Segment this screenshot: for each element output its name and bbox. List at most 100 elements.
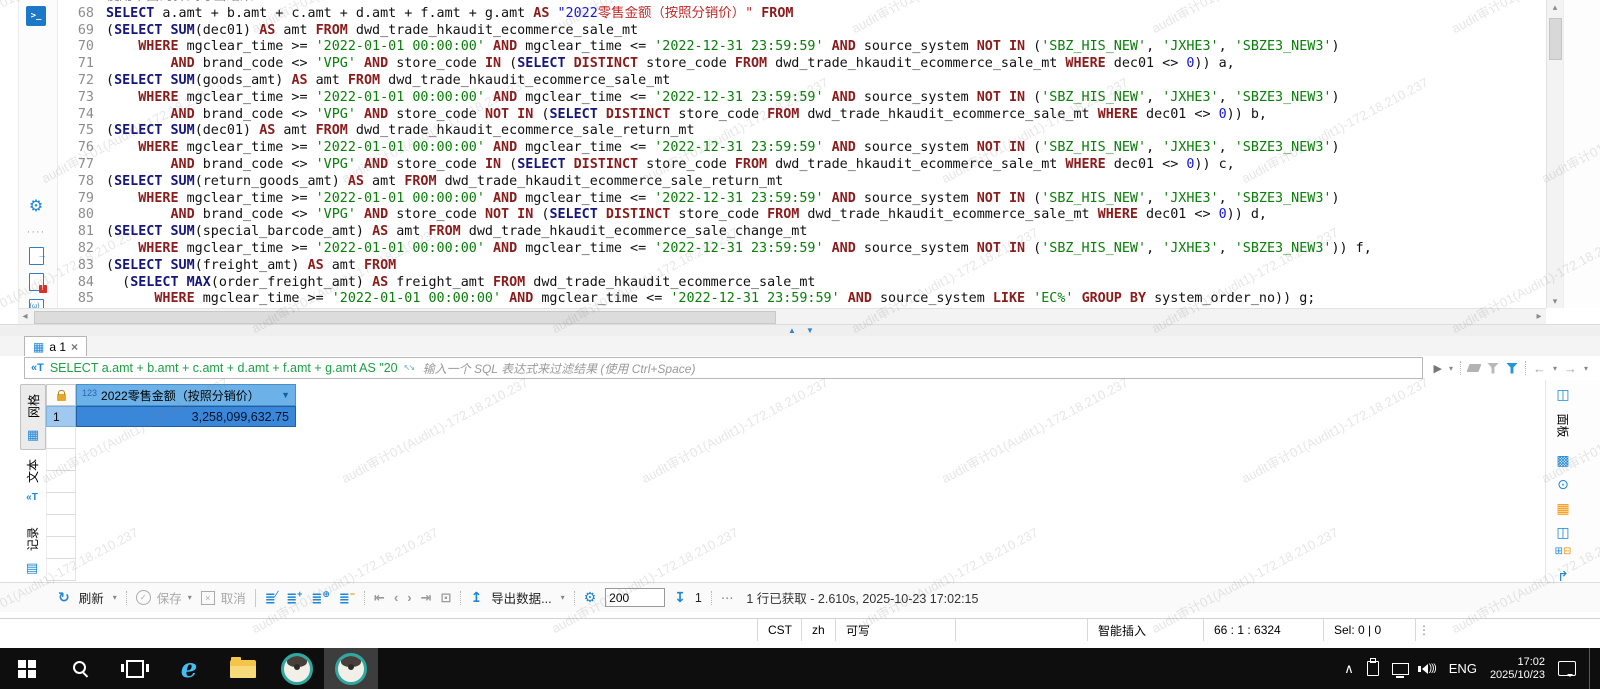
view-tab-grid[interactable]: 网格 ▦ (20, 384, 46, 450)
editor-left-toolbar: >_ ⚙ ···· (18, 0, 58, 308)
save-check-icon: ✓ (136, 590, 151, 605)
custom-filter-icon[interactable] (1487, 363, 1499, 374)
gear-icon[interactable]: ⚙ (26, 196, 46, 216)
panels-icon[interactable]: ◫ (1552, 386, 1574, 403)
first-row-icon[interactable]: ⇤ (374, 590, 385, 606)
results-tab[interactable]: ▦ a 1 × (24, 336, 87, 356)
usb-device-icon[interactable] (1367, 661, 1379, 676)
next-row-icon[interactable]: › (407, 590, 411, 605)
add-row-icon[interactable]: ≣+ (286, 589, 302, 606)
last-row-icon[interactable]: ⇥ (421, 590, 432, 606)
scroll-up-icon[interactable]: ▴ (1547, 0, 1563, 14)
volume-icon[interactable]: ))) (1422, 663, 1436, 674)
focus-cell-icon[interactable]: ⊡ (441, 590, 452, 606)
duplicate-row-icon[interactable]: ≣⊕ (311, 589, 329, 606)
empty-row-header[interactable] (46, 537, 76, 559)
empty-row-header[interactable] (46, 471, 76, 493)
sql-editor[interactable]: >_ ⚙ ···· 67使用下面的算式导出结果68SELECT a.amt + … (0, 0, 1600, 324)
filter-input[interactable]: «T SELECT a.amt + b.amt + c.amt + d.amt … (24, 357, 1423, 379)
execute-script-icon[interactable] (26, 246, 46, 266)
settings-gear-icon[interactable]: ⚙ (584, 589, 597, 606)
refresh-caret-icon[interactable]: ▾ (113, 593, 117, 602)
taskbar-clock[interactable]: 17:02 2025/10/23 (1490, 656, 1545, 682)
empty-row-header[interactable] (46, 427, 76, 449)
clear-filter-icon[interactable] (1467, 364, 1482, 372)
notification-center-icon[interactable] (1558, 661, 1576, 676)
statusbar-menu-icon[interactable]: ⋮ (1415, 619, 1432, 641)
status-segment[interactable]: 智能插入 (1087, 619, 1203, 641)
filter-history-caret-icon[interactable]: ▾ (1449, 364, 1453, 373)
grid-cell-selected[interactable]: 3,258,099,632.75 (76, 406, 296, 427)
start-button[interactable] (0, 648, 54, 689)
taskbar-search-button[interactable] (54, 648, 108, 689)
layout-panel-icon[interactable]: ◫ (1552, 524, 1574, 541)
task-view-button[interactable] (108, 648, 162, 689)
fetch-size-input[interactable] (605, 588, 665, 607)
delete-row-icon[interactable]: ≣− (339, 589, 355, 606)
more-dots-icon[interactable]: ···· (26, 222, 46, 242)
value-viewer-icon[interactable]: ▩ (1552, 452, 1574, 469)
network-icon[interactable] (1392, 663, 1409, 675)
dbeaver-icon (281, 653, 313, 685)
refresh-icon[interactable]: ↻ (58, 589, 70, 606)
export-data-button[interactable]: 导出数据... (491, 588, 551, 607)
empty-row-header[interactable] (46, 559, 76, 581)
show-desktop-button[interactable] (1589, 648, 1594, 689)
nav-back-caret-icon[interactable]: ▾ (1553, 364, 1557, 373)
collapse-down-icon[interactable]: ▼ (806, 327, 814, 335)
clock-time: 17:02 (1517, 656, 1545, 669)
nav-forward-caret-icon[interactable]: ▾ (1584, 364, 1588, 373)
scroll-left-icon[interactable]: ◂ (18, 309, 32, 324)
sql-console-icon[interactable]: >_ (26, 6, 46, 26)
status-segment[interactable]: Sel: 0 | 0 (1323, 619, 1415, 641)
apply-filter-icon[interactable]: ▶ (1433, 362, 1441, 375)
empty-row-header[interactable] (46, 493, 76, 515)
cancel-button[interactable]: × 取消 (201, 588, 246, 607)
previous-row-icon[interactable]: ‹ (394, 590, 398, 605)
grid-corner-cell[interactable] (46, 384, 76, 406)
calc-panel-icon[interactable]: ⊙ (1552, 476, 1574, 493)
expand-filter-icon[interactable]: ↖↘ (404, 364, 417, 372)
editor-horizontal-scrollbar[interactable]: ◂ ▸ (18, 308, 1546, 324)
filters-menu-icon[interactable] (1506, 363, 1518, 374)
status-segment[interactable]: 66 : 1 : 6324 (1203, 619, 1323, 641)
status-segment[interactable]: CST (757, 619, 801, 641)
fetch-segment-icon[interactable]: ↧ (674, 589, 686, 606)
empty-row-header[interactable] (46, 515, 76, 537)
script-error-icon[interactable] (26, 272, 46, 292)
internet-explorer-button[interactable]: e (162, 648, 216, 689)
scrollbar-thumb[interactable] (34, 311, 776, 324)
collapse-up-icon[interactable]: ▲ (788, 327, 796, 335)
scroll-right-icon[interactable]: ▸ (1532, 309, 1546, 324)
nav-forward-icon[interactable]: → (1564, 361, 1577, 376)
grouping-panel-icon[interactable]: ⊞⊟ (1552, 546, 1574, 557)
row-header[interactable]: 1 (46, 406, 76, 427)
column-header[interactable]: 123 2022零售金额（按照分销价） ▼ (76, 384, 296, 406)
results-tabbar: ▦ a 1 × (0, 336, 1600, 357)
edit-cell-icon[interactable]: ≣∕ (265, 589, 277, 606)
close-tab-icon[interactable]: × (71, 340, 78, 354)
toolbar-overflow-icon[interactable]: ⋯ (721, 590, 734, 605)
file-explorer-button[interactable] (216, 648, 270, 689)
dbeaver-button-active[interactable] (324, 648, 378, 689)
dbeaver-button[interactable] (270, 648, 324, 689)
status-segment[interactable]: 可写 (835, 619, 955, 641)
aggregate-panel-icon[interactable]: ▦ (1552, 500, 1574, 517)
refresh-button[interactable]: 刷新 (79, 588, 104, 607)
editor-lines[interactable]: 67使用下面的算式导出结果68SELECT a.amt + b.amt + c.… (56, 0, 1540, 308)
export-icon[interactable]: ↥ (470, 589, 482, 606)
view-tab-record[interactable]: 记录 ▤ (20, 518, 44, 582)
export-caret-icon[interactable]: ▾ (561, 593, 565, 602)
empty-row-header[interactable] (46, 449, 76, 471)
scrollbar-thumb[interactable] (1549, 18, 1562, 60)
editor-vertical-scrollbar[interactable]: ▴ ▾ (1546, 0, 1563, 308)
sort-dropdown-icon[interactable]: ▼ (281, 390, 290, 400)
language-indicator[interactable]: ENG (1449, 661, 1477, 676)
save-button[interactable]: ✓ 保存 ▾ (136, 588, 192, 607)
nav-back-icon[interactable]: ← (1533, 361, 1546, 376)
fetch-segment-count: 1 (695, 591, 702, 605)
view-tab-text[interactable]: 文本 «T (20, 450, 44, 509)
scroll-down-icon[interactable]: ▾ (1547, 294, 1563, 308)
status-segment[interactable]: zh (801, 619, 835, 641)
tray-chevron-icon[interactable]: ∧ (1344, 661, 1354, 677)
